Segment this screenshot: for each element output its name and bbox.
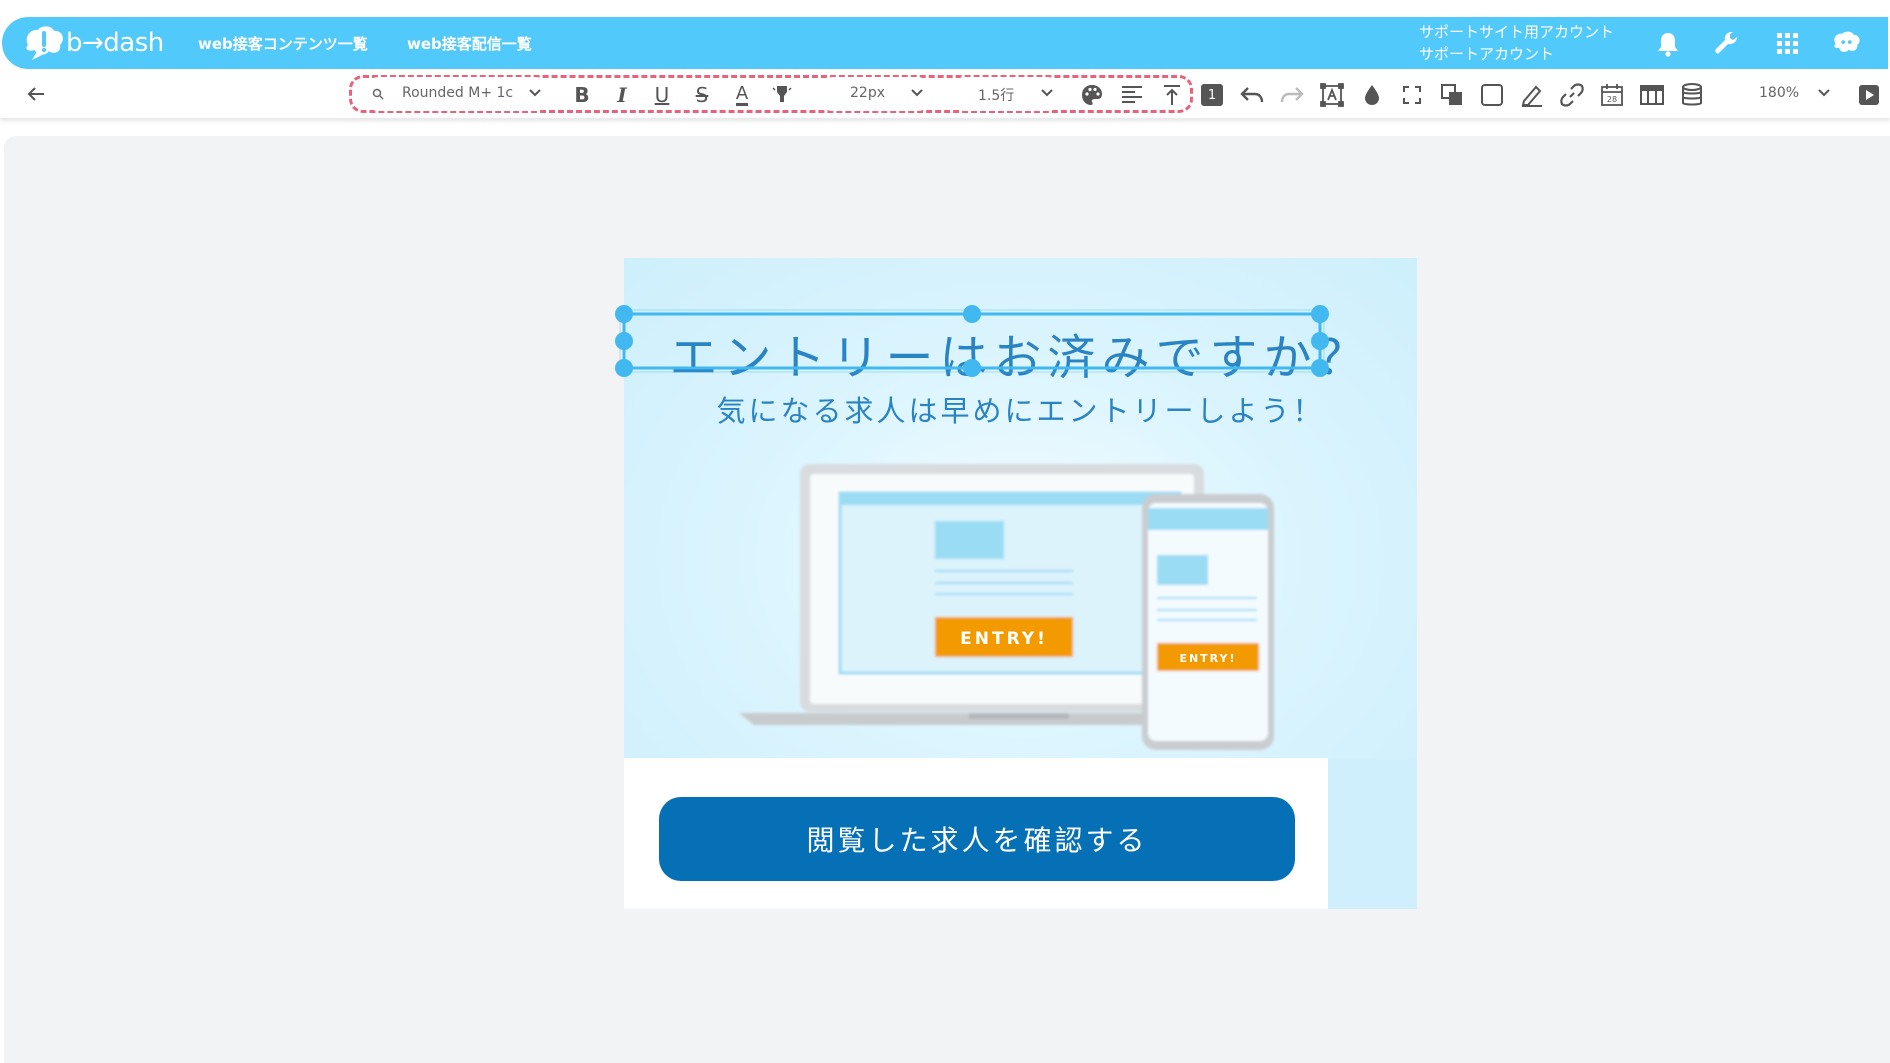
grid-apps-icon[interactable] [1773, 29, 1803, 59]
back-arrow-icon[interactable] [24, 82, 48, 106]
logo-text: b→dash [66, 28, 164, 58]
app-header: b→dash web接客コンテンツ一覧 web接客配信一覧 サポートサイト用アカ… [2, 17, 1888, 69]
database-icon[interactable] [1679, 82, 1705, 108]
palette-icon[interactable] [1079, 82, 1105, 108]
laptop-entry-label: ENTRY! [960, 629, 1048, 649]
resize-handle-sw [615, 359, 633, 377]
resize-handle-n [963, 305, 981, 323]
resize-handle-e [1311, 332, 1329, 350]
highlight-icon[interactable] [769, 82, 795, 108]
bdash-logo-icon [26, 26, 63, 60]
chevron-down-icon [1041, 89, 1053, 97]
undo-icon[interactable] [1239, 82, 1265, 108]
nav-web-delivery-list[interactable]: web接客配信一覧 [407, 33, 532, 54]
resize-handle-nw [615, 305, 633, 323]
table-icon[interactable] [1639, 82, 1665, 108]
line-height-value: 1.5行 [978, 88, 1015, 104]
resize-handle-s [963, 359, 981, 377]
resize-handle-ne [1311, 305, 1329, 323]
play-icon[interactable] [1856, 82, 1882, 108]
align-left-icon[interactable] [1119, 82, 1145, 108]
layer-order-icon[interactable] [1439, 82, 1465, 108]
fill-drop-icon[interactable] [1359, 82, 1385, 108]
nav-web-content-list[interactable]: web接客コンテンツ一覧 [198, 33, 368, 54]
account-user: サポートアカウント [1419, 45, 1555, 63]
line-height-select[interactable]: 1.5行 [948, 77, 1064, 111]
bell-icon[interactable] [1653, 29, 1683, 59]
account-info[interactable]: サポートサイト用アカウント サポートアカウント [1419, 21, 1614, 65]
phone-entry-label: ENTRY! [1179, 652, 1236, 665]
search-icon [372, 88, 384, 100]
account-org: サポートサイト用アカウント [1419, 23, 1615, 41]
subline-text[interactable]: 気になる求人は早めにエントリーしよう！ [624, 388, 1417, 430]
strikethrough-icon[interactable]: S [689, 82, 715, 108]
web-content-banner[interactable]: ENTRY! ENTRY! エントリーはお済みですか？ 気になる求人は早めにエン… [615, 258, 1417, 909]
font-family-value: Rounded M+ 1c [402, 85, 514, 101]
resize-handle-w [615, 332, 633, 350]
selection-frame[interactable] [614, 304, 1330, 384]
zoom-value: 180% [1759, 85, 1800, 101]
font-size-value: 22px [850, 85, 885, 101]
zoom-select[interactable]: 180% [1727, 77, 1841, 111]
fullscreen-icon[interactable] [1399, 82, 1425, 108]
calendar-icon[interactable]: 28 [1599, 82, 1625, 108]
chevron-down-icon [1818, 89, 1830, 97]
logo[interactable]: b→dash [22, 23, 164, 63]
text-color-icon[interactable]: A [729, 82, 755, 108]
redo-icon[interactable] [1279, 82, 1305, 108]
vertical-align-top-icon[interactable] [1159, 82, 1185, 108]
chevron-down-icon [911, 89, 923, 97]
resize-handle-se [1311, 359, 1329, 377]
view-jobs-button[interactable]: 閲覧した求人を確認する [659, 797, 1295, 881]
editor-toolbar: Rounded M+ 1c B I U S A 22px 1.5行 1 28 1… [0, 70, 1890, 118]
wrench-icon[interactable] [1712, 29, 1742, 59]
font-family-select[interactable]: Rounded M+ 1c [362, 77, 552, 111]
chevron-down-icon [529, 89, 541, 97]
underline-icon[interactable]: U [649, 82, 675, 108]
text-box-icon[interactable] [1319, 82, 1345, 108]
banner-footer-area: 閲覧した求人を確認する [624, 758, 1328, 909]
user-menu-icon[interactable] [1831, 29, 1861, 59]
font-size-select[interactable]: 22px [816, 77, 934, 111]
layer-number: 1 [1201, 84, 1223, 106]
bold-icon[interactable]: B [569, 82, 595, 108]
pen-icon[interactable] [1519, 82, 1545, 108]
border-icon[interactable] [1479, 82, 1505, 108]
layer-badge[interactable]: 1 [1199, 82, 1225, 108]
link-icon[interactable] [1559, 82, 1585, 108]
italic-icon[interactable]: I [609, 82, 635, 108]
svg-text:28: 28 [1607, 95, 1617, 104]
